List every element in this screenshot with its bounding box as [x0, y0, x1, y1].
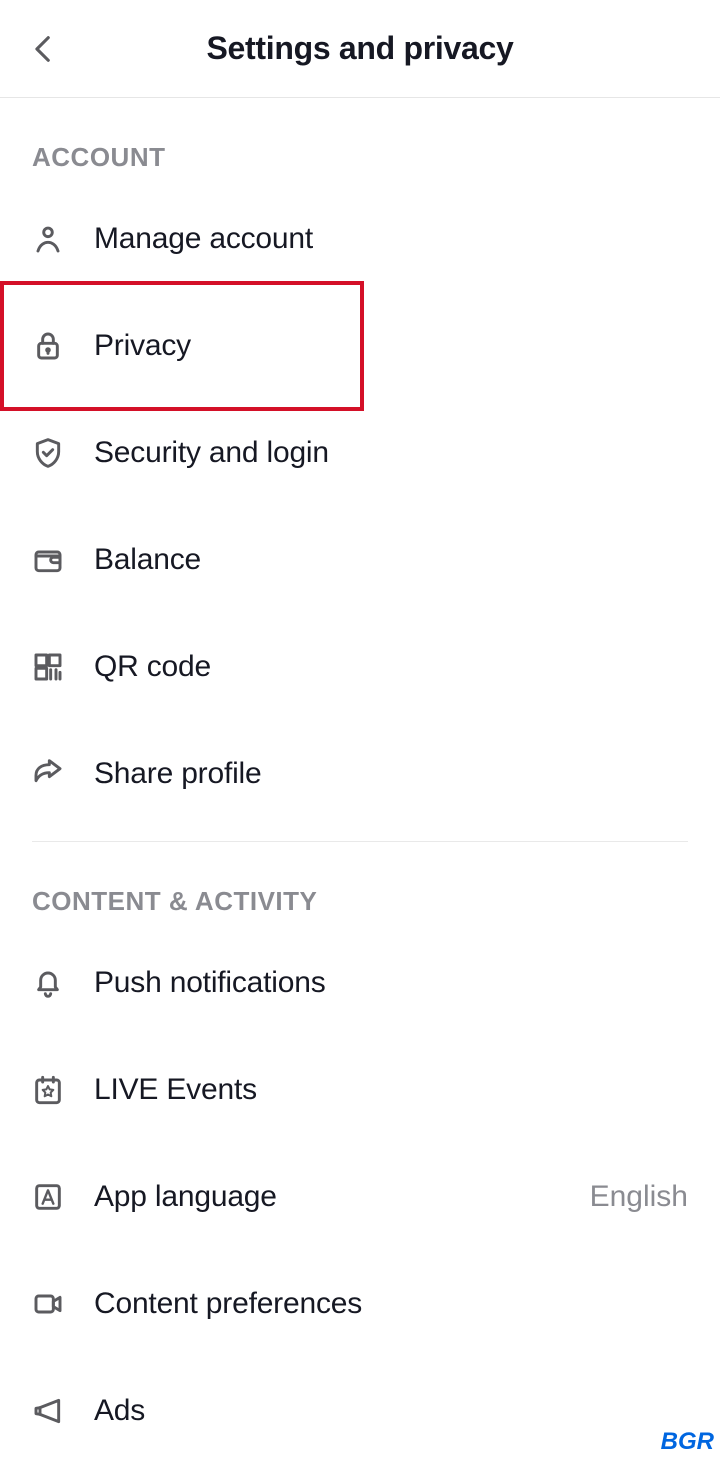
- calendar-star-icon: [32, 1074, 64, 1106]
- watermark: BGR: [661, 1428, 714, 1456]
- share-icon: [32, 758, 64, 790]
- wallet-icon: [32, 544, 64, 576]
- menu-item-ads[interactable]: Ads: [32, 1357, 688, 1464]
- video-icon: [32, 1288, 64, 1320]
- menu-label: Content preferences: [94, 1287, 362, 1321]
- menu-item-security-login[interactable]: Security and login: [32, 399, 688, 506]
- section-content-activity: CONTENT & ACTIVITY Push notifications LI…: [0, 886, 720, 1464]
- menu-item-push-notifications[interactable]: Push notifications: [32, 929, 688, 1036]
- section-title-account: ACCOUNT: [32, 142, 688, 173]
- section-account: ACCOUNT Manage account Privacy: [0, 142, 720, 827]
- header: Settings and privacy: [0, 0, 720, 98]
- menu-item-share-profile[interactable]: Share profile: [32, 720, 688, 827]
- menu-item-qr-code[interactable]: QR code: [32, 613, 688, 720]
- menu-label: Ads: [94, 1394, 145, 1428]
- page-title: Settings and privacy: [0, 30, 720, 67]
- menu-label: Security and login: [94, 436, 329, 470]
- menu-label: Balance: [94, 543, 201, 577]
- menu-label: App language: [94, 1180, 277, 1214]
- menu-item-live-events[interactable]: LIVE Events: [32, 1036, 688, 1143]
- menu-item-privacy[interactable]: Privacy: [32, 292, 688, 399]
- menu-item-app-language[interactable]: App language English: [32, 1143, 688, 1250]
- language-icon: [32, 1181, 64, 1213]
- menu-label: Share profile: [94, 757, 262, 791]
- qr-icon: [32, 651, 64, 683]
- section-title-content: CONTENT & ACTIVITY: [32, 886, 688, 917]
- menu-item-balance[interactable]: Balance: [32, 506, 688, 613]
- menu-item-manage-account[interactable]: Manage account: [32, 185, 688, 292]
- menu-item-content-preferences[interactable]: Content preferences: [32, 1250, 688, 1357]
- menu-label: Push notifications: [94, 966, 326, 1000]
- back-button[interactable]: [24, 29, 64, 69]
- bell-icon: [32, 967, 64, 999]
- menu-label: Privacy: [94, 329, 191, 363]
- menu-value: English: [590, 1180, 688, 1214]
- person-icon: [32, 223, 64, 255]
- lock-icon: [32, 330, 64, 362]
- shield-icon: [32, 437, 64, 469]
- menu-label: QR code: [94, 650, 211, 684]
- menu-label: Manage account: [94, 222, 313, 256]
- section-divider: [32, 841, 688, 842]
- menu-label: LIVE Events: [94, 1073, 257, 1107]
- megaphone-icon: [32, 1395, 64, 1427]
